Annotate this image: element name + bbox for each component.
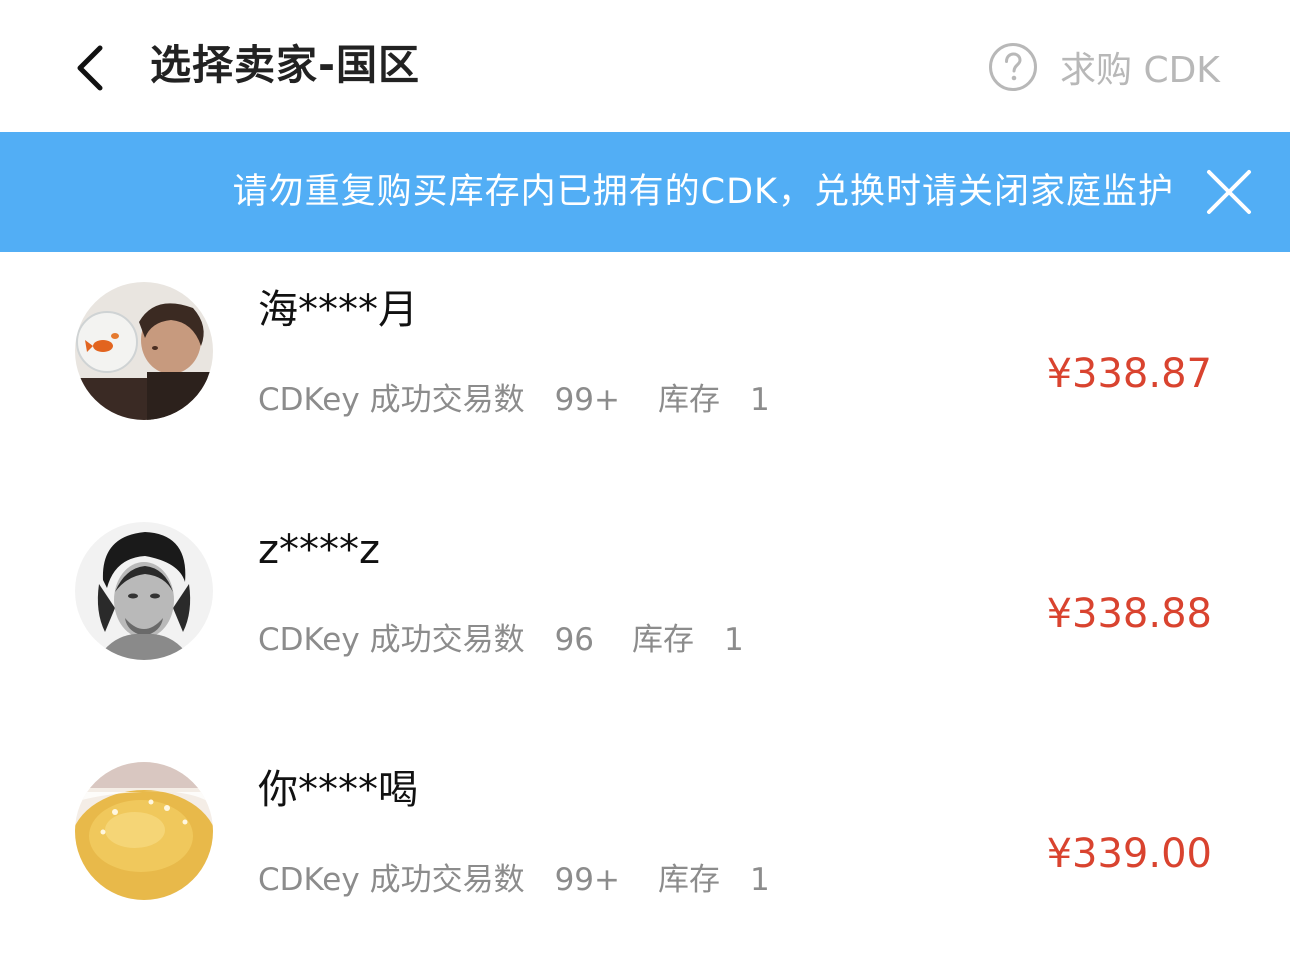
top-bar: 选择卖家-国区 求购 CDK [0, 0, 1290, 132]
banner-close-button[interactable] [1204, 167, 1254, 217]
seller-stats: CDKey 成功交易数 96 库存 1 [258, 620, 744, 660]
avatar [75, 522, 213, 660]
question-circle-icon [989, 43, 1037, 91]
stock-label: 库存 [658, 862, 720, 898]
stock-count: 1 [750, 862, 770, 898]
stock-count: 1 [724, 622, 744, 658]
notice-banner: 请勿重复购买库存内已拥有的CDK，兑换时请关闭家庭监护 [0, 132, 1290, 252]
seller-stats: CDKey 成功交易数 99+ 库存 1 [258, 380, 770, 420]
stock-label: 库存 [658, 382, 720, 418]
trades-label: CDKey 成功交易数 [258, 382, 525, 418]
seller-price: ¥338.87 [1046, 351, 1212, 397]
seller-name: 海****月 [258, 287, 418, 333]
trades-count: 99+ [554, 382, 620, 418]
seller-name: z****z [258, 527, 380, 573]
food-dish-avatar-icon [75, 762, 213, 900]
trades-label: CDKey 成功交易数 [258, 862, 525, 898]
notice-text: 请勿重复购买库存内已拥有的CDK，兑换时请关闭家庭监护 [232, 172, 1174, 212]
seller-price: ¥339.00 [1046, 831, 1212, 877]
trades-count: 99+ [554, 862, 620, 898]
close-icon [1207, 170, 1251, 214]
trades-count: 96 [554, 622, 595, 658]
request-cdk-button[interactable]: 求购 CDK [988, 40, 1220, 94]
avatar [75, 282, 213, 420]
chevron-left-icon [77, 45, 103, 91]
avatar [75, 762, 213, 900]
stock-count: 1 [750, 382, 770, 418]
request-cdk-label: 求购 CDK [1060, 50, 1220, 91]
seller-name: 你****喝 [258, 767, 418, 813]
seller-row[interactable]: z****z CDKey 成功交易数 96 库存 1 ¥338.88 [0, 492, 1290, 692]
seller-row[interactable]: 海****月 CDKey 成功交易数 99+ 库存 1 ¥338.87 [0, 252, 1290, 452]
back-button[interactable] [62, 36, 122, 96]
portrait-avatar-icon [75, 522, 213, 660]
seller-stats: CDKey 成功交易数 99+ 库存 1 [258, 860, 770, 900]
stock-label: 库存 [632, 622, 695, 658]
goldfish-bowl-avatar-icon [75, 282, 213, 420]
seller-price: ¥338.88 [1046, 591, 1212, 637]
seller-row[interactable]: 你****喝 CDKey 成功交易数 99+ 库存 1 ¥339.00 [0, 732, 1290, 932]
trades-label: CDKey 成功交易数 [258, 622, 525, 658]
page-title: 选择卖家-国区 [150, 41, 421, 89]
